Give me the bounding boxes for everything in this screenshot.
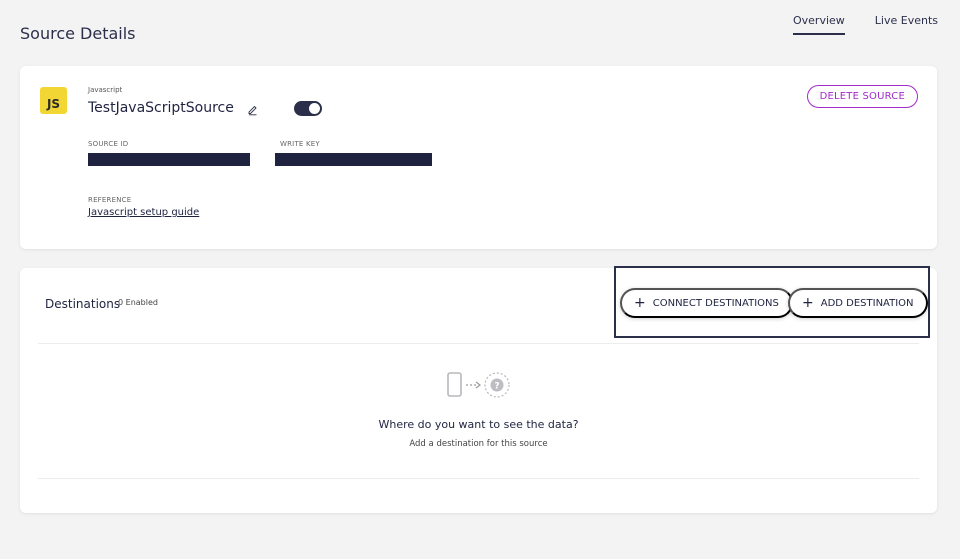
setup-guide-link[interactable]: Javascript setup guide [88, 207, 199, 218]
source-type: Javascript [88, 86, 123, 94]
source-id-value-redacted[interactable] [88, 153, 250, 166]
add-destination-label: ADD DESTINATION [820, 297, 914, 309]
tab-overview[interactable]: Overview [793, 14, 845, 35]
tab-live-events[interactable]: Live Events [875, 14, 938, 35]
plus-icon: + [634, 295, 646, 311]
edit-icon[interactable] [247, 104, 259, 116]
device-to-destination-icon: ? [447, 372, 510, 398]
source-id-label: SOURCE ID [88, 140, 129, 148]
javascript-logo-icon: JS [40, 87, 67, 114]
destinations-card: Destinations 0 Enabled + CONNECT DESTINA… [20, 266, 937, 513]
empty-state-title: Where do you want to see the data? [378, 418, 579, 431]
source-card: JS Javascript TestJavaScriptSource DELET… [20, 66, 937, 249]
write-key-value-redacted[interactable] [275, 153, 432, 166]
connect-destinations-button[interactable]: + CONNECT DESTINATIONS [620, 288, 793, 318]
empty-state-subtitle: Add a destination for this source [409, 439, 548, 449]
destinations-count: 0 Enabled [118, 298, 158, 307]
write-key-label: WRITE KEY [280, 140, 320, 148]
page-title: Source Details [20, 24, 136, 43]
top-tabs: Overview Live Events [793, 14, 938, 35]
source-name: TestJavaScriptSource [88, 100, 234, 116]
connect-destinations-label: CONNECT DESTINATIONS [652, 297, 779, 309]
divider [38, 343, 919, 344]
svg-text:?: ? [494, 382, 499, 392]
source-enabled-toggle[interactable] [294, 101, 322, 116]
reference-label: REFERENCE [88, 196, 132, 204]
add-destination-button[interactable]: + ADD DESTINATION [788, 288, 928, 318]
delete-source-button[interactable]: DELETE SOURCE [806, 85, 918, 108]
destinations-title: Destinations [45, 297, 121, 311]
plus-icon: + [802, 295, 814, 311]
divider [38, 478, 919, 479]
